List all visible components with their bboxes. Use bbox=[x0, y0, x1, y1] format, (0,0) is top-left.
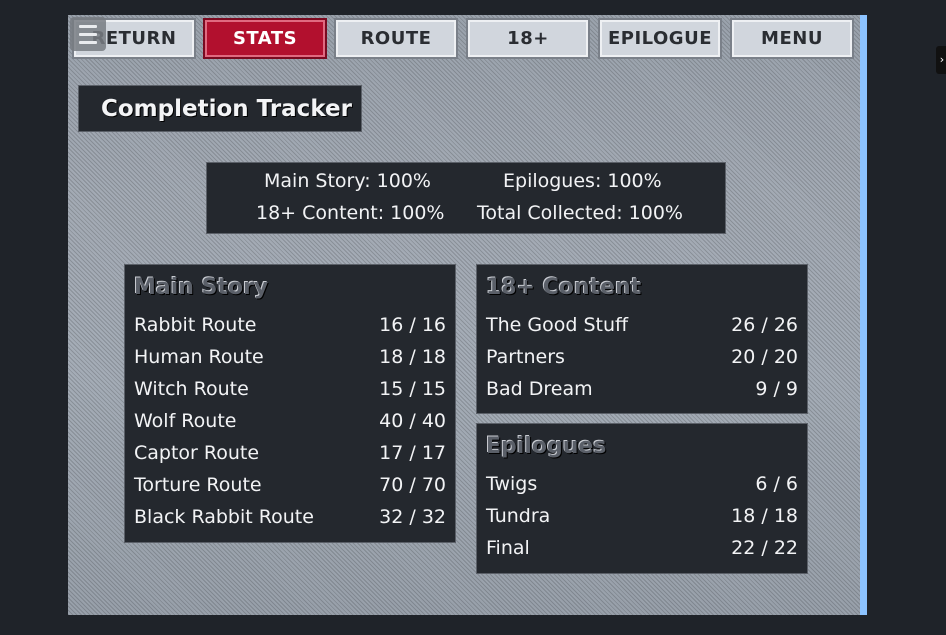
scrollbar[interactable] bbox=[860, 15, 867, 615]
list-item: Wolf Route 40 / 40 bbox=[134, 410, 446, 432]
menu-button[interactable]: MENU bbox=[730, 18, 854, 59]
list-item: Final 22 / 22 bbox=[486, 537, 798, 559]
route-button[interactable]: ROUTE bbox=[334, 18, 458, 59]
summary-epilogues: Epilogues: 100% bbox=[503, 170, 662, 192]
epilogues-section: Epilogues Twigs 6 / 6 Tundra 18 / 18 Final… bbox=[476, 423, 808, 574]
epilogue-button[interactable]: EPILOGUE bbox=[598, 18, 722, 59]
list-item: Bad Dream 9 / 9 bbox=[486, 378, 798, 400]
game-screen: RETURN STATS ROUTE 18+ EPILOGUE MENU Com… bbox=[68, 15, 860, 615]
adult-content-button[interactable]: 18+ bbox=[466, 18, 590, 59]
summary-main-story: Main Story: 100% bbox=[264, 170, 431, 192]
section-title: Main Story bbox=[134, 275, 269, 300]
list-item: Tundra 18 / 18 bbox=[486, 505, 798, 527]
page-title: Completion Tracker bbox=[101, 95, 352, 122]
page-title-box: Completion Tracker bbox=[78, 85, 362, 132]
list-item: Partners 20 / 20 bbox=[486, 346, 798, 368]
summary-adult-content: 18+ Content: 100% bbox=[256, 202, 445, 224]
stats-button[interactable]: STATS bbox=[203, 18, 327, 59]
list-item: Rabbit Route 16 / 16 bbox=[134, 314, 446, 336]
list-item: Twigs 6 / 6 bbox=[486, 473, 798, 495]
completion-summary: Main Story: 100% Epilogues: 100% 18+ Con… bbox=[206, 162, 726, 234]
main-story-section: Main Story Rabbit Route 16 / 16 Human Rou… bbox=[124, 264, 456, 543]
adult-content-section: 18+ Content The Good Stuff 26 / 26 Partne… bbox=[476, 264, 808, 414]
list-item: Torture Route 70 / 70 bbox=[134, 474, 446, 496]
hamburger-icon[interactable] bbox=[70, 17, 106, 51]
list-item: The Good Stuff 26 / 26 bbox=[486, 314, 798, 336]
side-tab-icon[interactable]: › bbox=[936, 46, 946, 74]
section-title: Epilogues bbox=[486, 434, 607, 459]
list-item: Captor Route 17 / 17 bbox=[134, 442, 446, 464]
list-item: Witch Route 15 / 15 bbox=[134, 378, 446, 400]
summary-total: Total Collected: 100% bbox=[477, 202, 683, 224]
list-item: Human Route 18 / 18 bbox=[134, 346, 446, 368]
section-title: 18+ Content bbox=[486, 275, 642, 300]
list-item: Black Rabbit Route 32 / 32 bbox=[134, 506, 446, 528]
